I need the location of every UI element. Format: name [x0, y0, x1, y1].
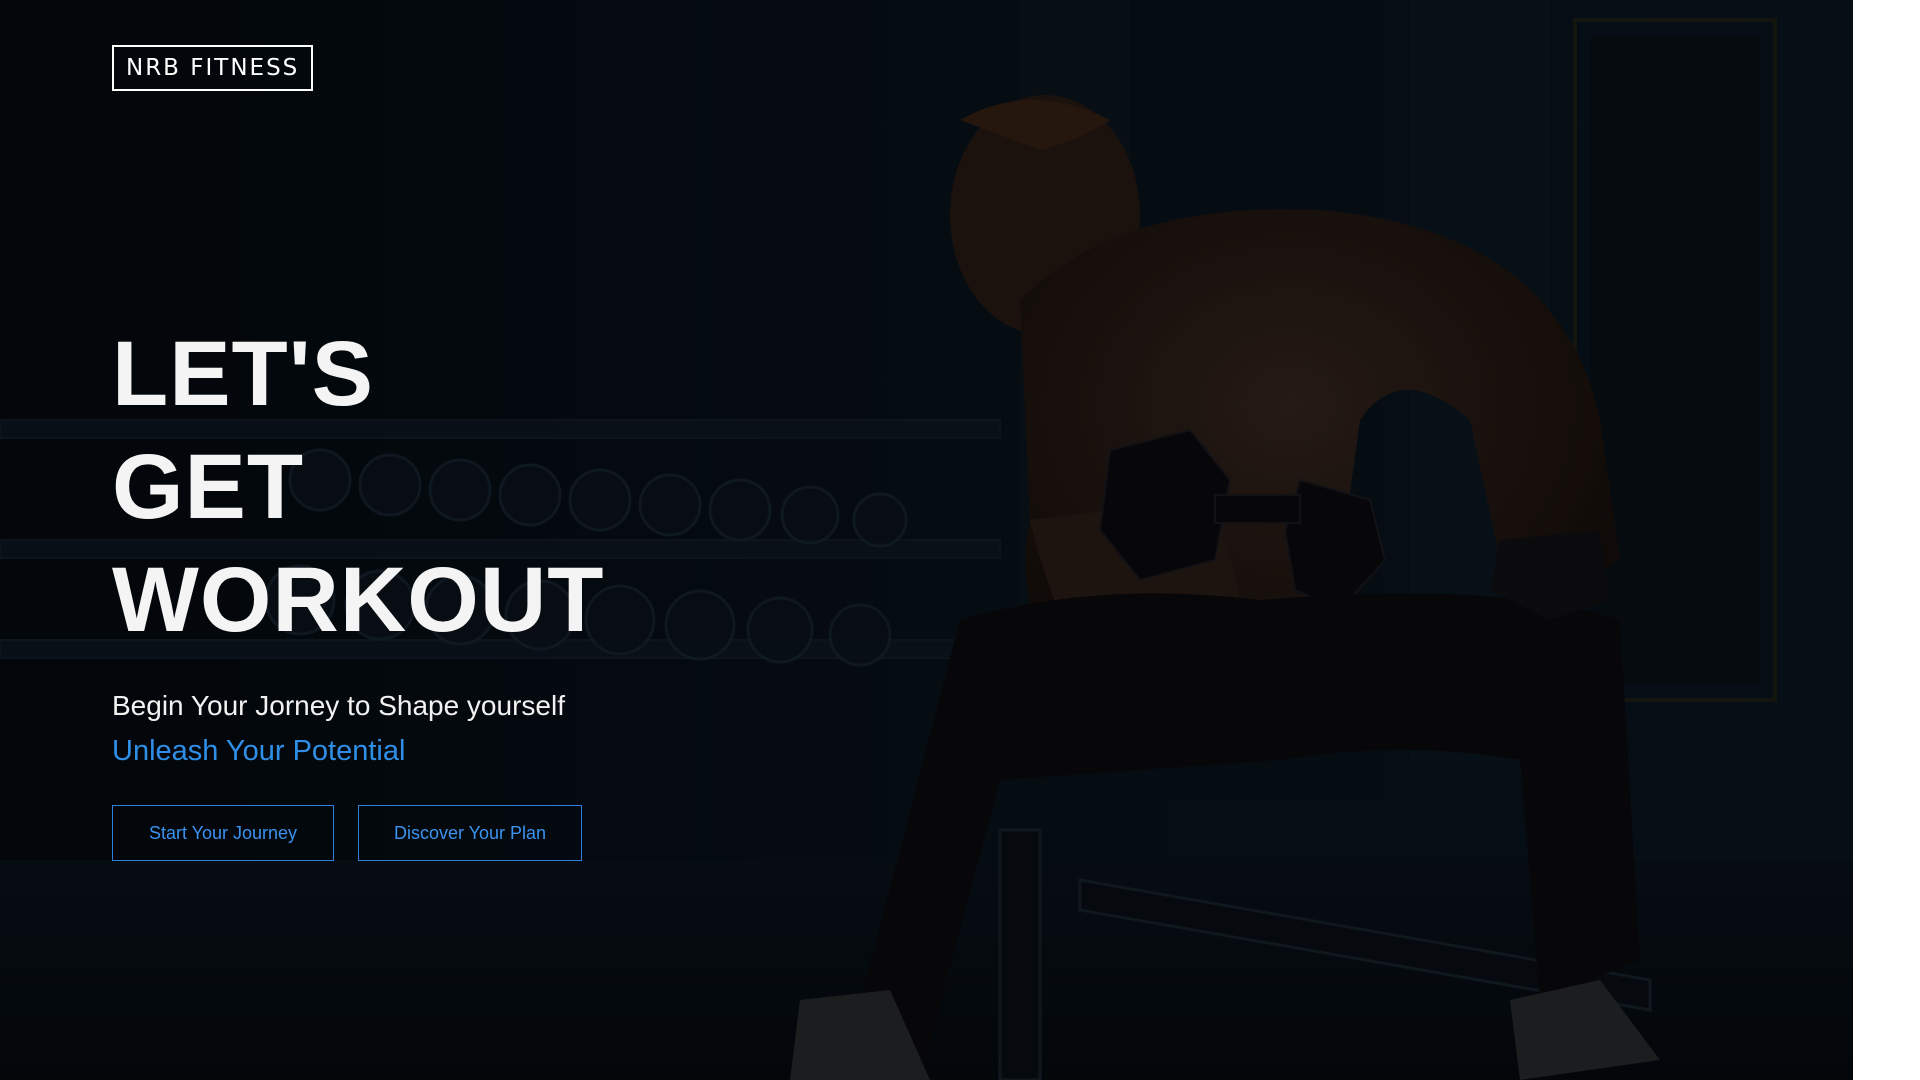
hero-section: NRB FITNESS LET'S GET WORKOUT Begin Your…: [0, 0, 1853, 1080]
headline-line-3: WORKOUT: [112, 549, 605, 651]
hero-subtagline: Unleash Your Potential: [112, 735, 406, 767]
hero-headline: LET'S GET WORKOUT: [112, 318, 604, 657]
headline-line-1: LET'S: [112, 323, 374, 425]
discover-plan-button[interactable]: Discover Your Plan: [358, 805, 582, 861]
brand-logo[interactable]: NRB FITNESS: [112, 45, 314, 91]
headline-line-2: GET: [112, 436, 305, 538]
hero-tagline: Begin Your Jorney to Shape yourself: [112, 690, 565, 721]
start-journey-button[interactable]: Start Your Journey: [112, 805, 334, 861]
